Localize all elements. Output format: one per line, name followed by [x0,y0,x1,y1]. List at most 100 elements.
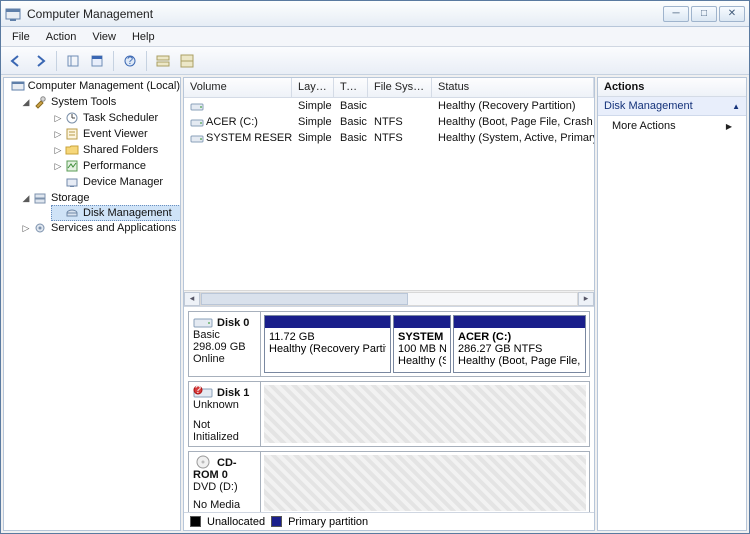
tree-label: Disk Management [83,207,172,219]
expand-icon[interactable]: ▷ [52,113,64,124]
hdd-unknown-icon: ? [193,385,215,399]
disk-title: Disk 0 [217,317,249,329]
expand-icon[interactable]: ▷ [20,223,32,234]
volume-fs: NTFS [368,131,432,145]
disk-size: 298.09 GB [193,341,256,353]
col-layout[interactable]: Layout [292,78,334,97]
tree-shared-folders[interactable]: ▷Shared Folders [20,142,180,158]
svg-text:?: ? [127,55,133,67]
volume-scrollbar[interactable]: ◂ ▸ [184,290,594,306]
back-button[interactable] [5,50,27,72]
tree-performance[interactable]: ▷Performance [20,158,180,174]
tree-device-manager[interactable]: Device Manager [20,174,180,190]
partition-name: SYSTEM RES [398,331,446,343]
show-hide-button[interactable] [62,50,84,72]
window-buttons: ─ □ ✕ [663,6,745,22]
partition-stripe [265,316,390,328]
col-status[interactable]: Status [432,78,594,97]
menu-file[interactable]: File [5,29,37,45]
actions-section[interactable]: Disk Management ▲ [598,97,746,116]
maximize-button[interactable]: □ [691,6,717,22]
folder-icon [64,142,80,158]
console-tree[interactable]: Computer Management (Local) ◢System Tool… [3,77,181,531]
col-type[interactable]: Type [334,78,368,97]
menu-view[interactable]: View [85,29,123,45]
actions-pane: Actions Disk Management ▲ More Actions ▶ [597,77,747,531]
volume-type: Basic [334,131,368,145]
minimize-button[interactable]: ─ [663,6,689,22]
disk-type: DVD (D:) [193,481,256,493]
volume-row[interactable]: Simple Basic Healthy (Recovery Partition… [184,98,594,114]
expand-icon[interactable]: ◢ [20,97,32,108]
storage-icon [32,190,48,206]
unallocated-region[interactable] [264,385,586,443]
tree-root[interactable]: Computer Management (Local) ◢System Tool… [4,78,180,236]
volume-list[interactable]: Simple Basic Healthy (Recovery Partition… [184,98,594,290]
menu-help[interactable]: Help [125,29,162,45]
event-icon [64,126,80,142]
tree-label: Event Viewer [83,128,148,140]
menu-action[interactable]: Action [39,29,84,45]
help-button[interactable]: ? [119,50,141,72]
volume-name: SYSTEM RESERVED [206,132,292,144]
view-bottom-button[interactable] [176,50,198,72]
disk-info: CD-ROM 0 DVD (D:) No Media [189,452,261,512]
tree-task-scheduler[interactable]: ▷Task Scheduler [20,110,180,126]
col-volume[interactable]: Volume [184,78,292,97]
drive-icon [190,100,204,112]
disk-state: No Media [193,499,256,511]
expand-icon[interactable]: ▷ [52,161,64,172]
volume-row[interactable]: SYSTEM RESERVED Simple Basic NTFS Health… [184,130,594,146]
scroll-thumb[interactable] [201,293,408,305]
services-icon [32,220,48,236]
col-filesystem[interactable]: File System [368,78,432,97]
no-media-region[interactable] [264,455,586,511]
volume-row[interactable]: ACER (C:) Simple Basic NTFS Healthy (Boo… [184,114,594,130]
window-title: Computer Management [27,7,663,21]
partition-map [261,382,589,446]
tree-event-viewer[interactable]: ▷ Event Viewer [20,126,180,142]
view-top-button[interactable] [152,50,174,72]
tree-storage[interactable]: ◢Storage Disk Management [4,190,180,221]
partition-size: 100 MB NTF [398,343,446,355]
partition[interactable]: 11.72 GB Healthy (Recovery Partition) [264,315,391,373]
volume-type: Basic [334,99,368,113]
drive-icon [190,116,204,128]
legend-swatch-unallocated [190,516,201,527]
disk-icon [64,205,80,221]
expand-icon[interactable]: ▷ [52,145,64,156]
disk-block[interactable]: ?Disk 1 Unknown Not Initialized [188,381,590,447]
volume-type: Basic [334,115,368,129]
toolbar: ? [1,47,749,75]
partition-map: 11.72 GB Healthy (Recovery Partition) SY… [261,312,589,376]
disk-state: Not Initialized [193,419,256,443]
disk-block[interactable]: CD-ROM 0 DVD (D:) No Media [188,451,590,512]
device-icon [64,174,80,190]
disk-type: Unknown [193,399,256,411]
titlebar: Computer Management ─ □ ✕ [1,1,749,27]
tree-services-apps[interactable]: ▷Services and Applications [4,220,180,236]
forward-button[interactable] [29,50,51,72]
actions-more[interactable]: More Actions ▶ [598,116,746,136]
refresh-button[interactable] [86,50,108,72]
close-button[interactable]: ✕ [719,6,745,22]
partition[interactable]: SYSTEM RES 100 MB NTF Healthy (Sys [393,315,451,373]
tree-system-tools[interactable]: ◢System Tools ▷Task Scheduler ▷Event Vie… [4,94,180,190]
partition[interactable]: ACER (C:) 286.27 GB NTFS Healthy (Boot, … [453,315,586,373]
legend: Unallocated Primary partition [184,512,594,530]
expand-icon[interactable]: ◢ [20,193,32,204]
disk-title: Disk 1 [217,387,249,399]
scroll-track[interactable] [200,292,578,306]
expand-icon[interactable]: ▷ [52,129,64,140]
tree-root-label: Computer Management (Local) [28,80,180,92]
partition-stripe [454,316,585,328]
volume-status: Healthy (Recovery Partition) [432,99,594,113]
scroll-left-icon[interactable]: ◂ [184,292,200,306]
disk-block[interactable]: Disk 0 Basic 298.09 GB Online 11.72 GB H… [188,311,590,377]
tree-disk-management[interactable]: Disk Management [20,205,180,221]
disk-graphic-view[interactable]: Disk 0 Basic 298.09 GB Online 11.72 GB H… [184,306,594,512]
scroll-right-icon[interactable]: ▸ [578,292,594,306]
volume-name: ACER (C:) [206,116,258,128]
collapse-icon: ▲ [732,102,740,111]
partition-stripe [394,316,450,328]
